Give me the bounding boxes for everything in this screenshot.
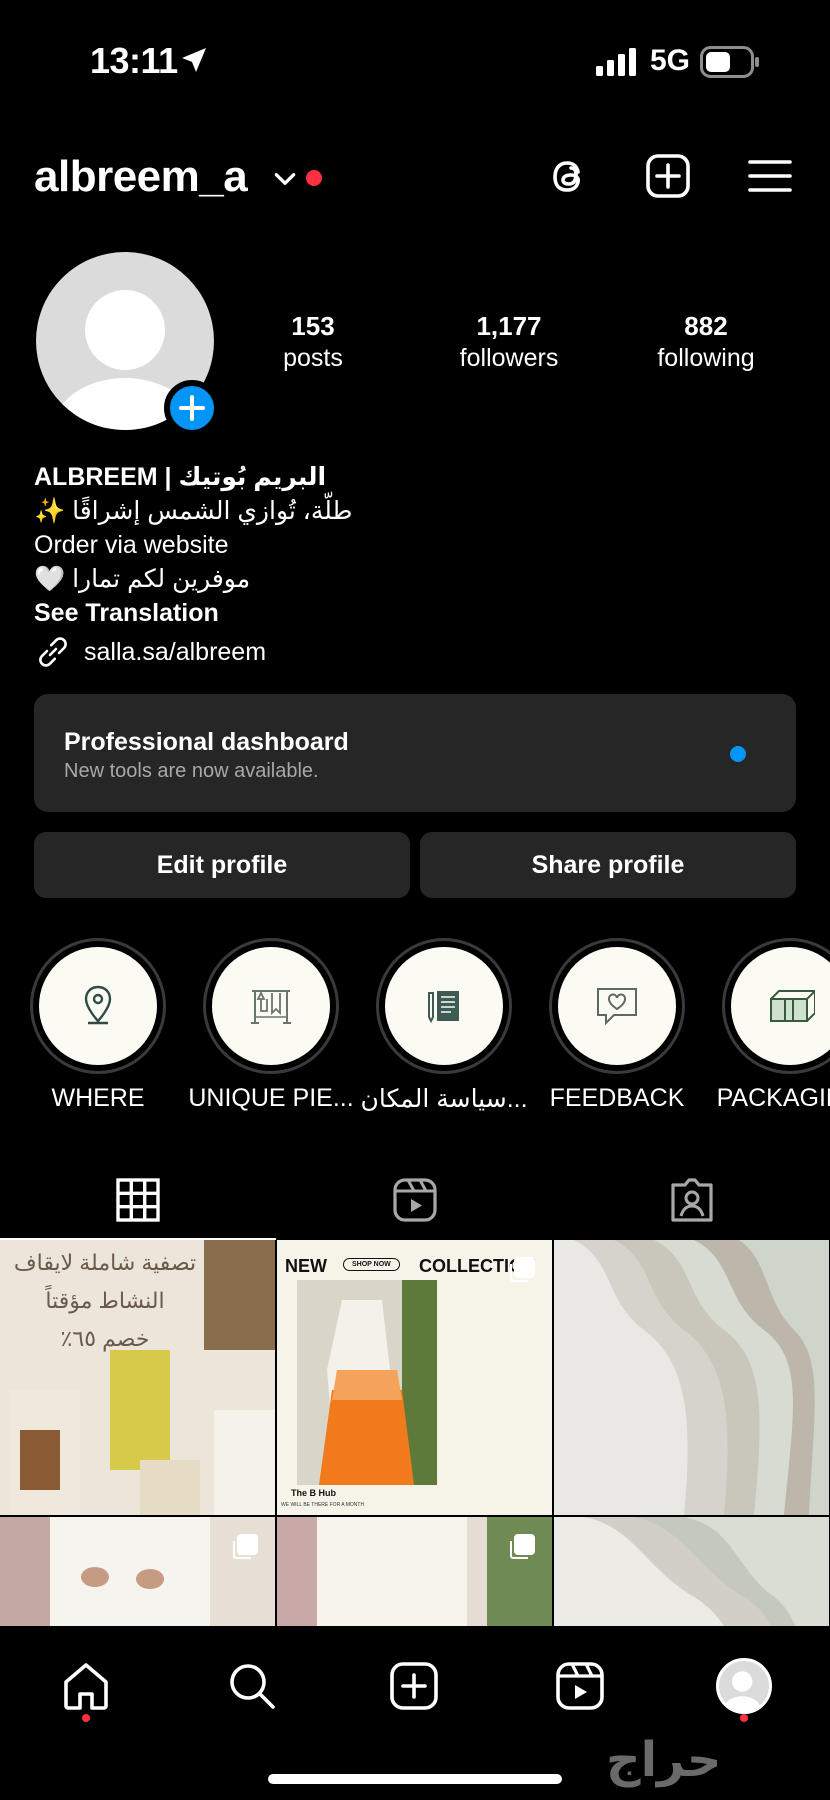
gift-box-icon [770,989,815,1022]
profile-header: albreem_a [0,148,830,208]
post-image [554,1240,829,1515]
bottom-navigation: حراج [0,1626,830,1800]
home-icon [64,1663,108,1710]
nav-reels[interactable] [550,1656,610,1716]
create-icon [390,1662,438,1710]
highlight-unique-pieces[interactable]: UNIQUE PIE... [188,938,354,1112]
posts-count-value: 153 [291,311,335,341]
post-caption-line: تصفية شاملة لايقاف [13,1250,197,1275]
chevron-down-icon[interactable] [272,166,298,192]
post-thumbnail[interactable] [554,1517,829,1626]
notification-dot [306,170,322,186]
post-image [297,1280,437,1485]
nav-profile[interactable] [714,1656,774,1716]
profile-notification-dot [740,1714,748,1722]
tab-posts-grid[interactable] [0,1160,276,1240]
clothes-rack-icon [251,990,291,1024]
followers-count-value: 1,177 [476,311,542,341]
post-caption-line: خصم ٦٥٪ [60,1326,150,1351]
default-avatar-icon [723,1671,761,1711]
nav-search[interactable] [222,1656,282,1716]
reels-icon [556,1662,604,1710]
battery-icon [700,46,759,78]
bio-line-3: موفرين لكم تمارا 🤍 [34,565,251,593]
reels-icon [393,1178,437,1222]
highlight-label: PACKAGING [716,1084,830,1112]
highlight-feedback[interactable]: FEEDBACK [549,938,685,1112]
highlight-policy[interactable]: سياسة المكان... [360,938,528,1113]
tab-tagged[interactable] [554,1160,830,1240]
posts-count[interactable]: 153 posts [233,310,393,374]
status-time: 13:11 [90,40,178,81]
following-count[interactable]: 882 following [626,310,786,374]
content-tabs [0,1160,830,1240]
bio-line-2: Order via website [34,531,229,559]
dashboard-subtitle: New tools are now available. [64,760,319,782]
highlight-packaging[interactable]: PACKAGING [717,938,830,1112]
chat-heart-icon [597,988,637,1026]
post-new-label: NEW [285,1256,327,1276]
signal-icon [596,48,636,76]
search-icon [230,1664,275,1709]
post-shop-now-badge: SHOP NOW [343,1258,400,1271]
post-thumbnail[interactable]: NEW SHOP NOW COLLECTION The B Hub WE WIL… [277,1240,552,1515]
post-caption-line: النشاط مؤقتاً [45,1288,165,1313]
highlight-where[interactable]: WHERE [30,938,166,1112]
watermark-logo: حراج [606,1732,722,1788]
location-pin-icon [84,985,112,1025]
profile-avatar-small [716,1658,772,1714]
nav-home[interactable] [56,1656,116,1716]
network-label: 5G [650,44,691,77]
post-brand-label: The B Hub [291,1488,336,1498]
share-profile-button[interactable]: Share profile [420,832,796,898]
posts-grid: تصفية شاملة لايقاف النشاط مؤقتاً خصم ٦٥٪… [0,1240,830,1626]
followers-count[interactable]: 1,177 followers [429,310,589,374]
following-count-value: 882 [684,311,728,341]
location-arrow-icon [182,48,206,72]
bio-link-text[interactable]: salla.sa/albreem [84,638,266,667]
link-icon [39,637,67,667]
following-count-label: following [657,344,755,372]
post-thumbnail[interactable] [554,1240,829,1515]
create-post-icon[interactable] [644,152,692,200]
document-pen-icon [428,991,459,1024]
grid-icon [116,1178,160,1222]
edit-profile-button[interactable]: Edit profile [34,832,410,898]
menu-hamburger-icon[interactable] [746,152,794,200]
post-thumbnail[interactable]: تصفية شاملة لايقاف النشاط مؤقتاً خصم ٦٥٪ [0,1240,275,1515]
post-image [554,1517,829,1626]
add-story-button[interactable] [164,380,220,436]
professional-dashboard-card[interactable]: Professional dashboard New tools are now… [34,694,796,812]
post-thumbnail[interactable] [277,1517,552,1626]
post-footer-text: WE WILL BE THERE FOR A MONTH [281,1502,365,1508]
see-translation-link[interactable]: See Translation [34,596,794,630]
post-thumbnail[interactable] [0,1517,275,1626]
plus-icon [179,395,205,421]
carousel-icon [233,1534,258,1559]
profile-display-name: ALBREEM | البريم بُوتيك [34,463,327,491]
carousel-icon [510,1534,535,1559]
status-bar: 13:11 5G [0,0,830,120]
followers-count-label: followers [459,344,559,372]
threads-icon[interactable] [544,152,592,200]
posts-count-label: posts [283,344,343,372]
tagged-person-icon [671,1178,713,1222]
profile-bio: ALBREEM | البريم بُوتيك طلّة، تُوازي الش… [34,460,794,630]
tab-reels[interactable] [277,1160,553,1240]
account-switcher-username[interactable]: albreem_a [34,152,248,202]
home-notification-dot [82,1714,90,1722]
dashboard-title: Professional dashboard [64,728,349,756]
bio-line-1: طلّة، تُوازي الشمس إشراقًا ✨ [34,497,353,525]
carousel-icon [510,1257,535,1282]
nav-create[interactable] [384,1656,444,1716]
home-indicator[interactable] [268,1774,562,1784]
new-indicator-dot [730,746,746,762]
bio-link[interactable]: salla.sa/albreem [34,632,266,672]
